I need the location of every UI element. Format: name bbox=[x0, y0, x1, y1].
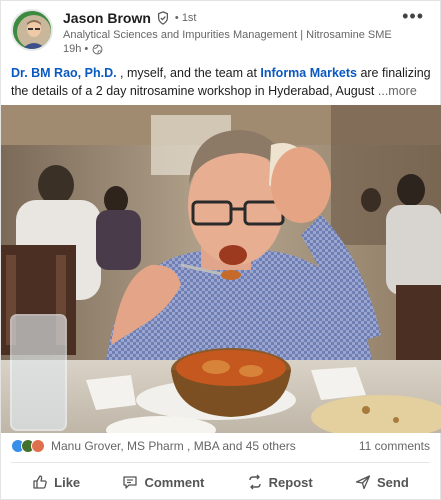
reactors-text[interactable]: Manu Grover, MS Pharm , MBA and 45 other… bbox=[51, 439, 296, 453]
connection-degree: • 1st bbox=[174, 12, 197, 24]
post-text: Dr. BM Rao, Ph.D. , myself, and the team… bbox=[11, 64, 436, 100]
action-bar: Like Comment Repost Send bbox=[11, 469, 430, 495]
comments-count[interactable]: 11 comments bbox=[359, 439, 430, 453]
reactions-summary[interactable]: Manu Grover, MS Pharm , MBA and 45 other… bbox=[11, 439, 296, 453]
like-button[interactable]: Like bbox=[24, 470, 88, 494]
mention-bm-rao[interactable]: Dr. BM Rao, Ph.D. bbox=[11, 66, 117, 80]
post-image[interactable] bbox=[1, 105, 441, 433]
send-button[interactable]: Send bbox=[347, 470, 417, 494]
author-name-row: Jason Brown • 1st bbox=[63, 10, 197, 26]
post-time: 19h • bbox=[63, 43, 89, 55]
comment-button[interactable]: Comment bbox=[114, 470, 212, 494]
author-headline: Analytical Sciences and Impurities Manag… bbox=[63, 29, 393, 41]
post-header: Jason Brown • 1st Analytical Sciences an… bbox=[11, 7, 430, 57]
author-name[interactable]: Jason Brown bbox=[63, 10, 151, 26]
divider bbox=[11, 462, 430, 463]
send-icon bbox=[355, 475, 371, 490]
love-reaction-icon bbox=[31, 439, 45, 453]
post-meta: 19h • bbox=[63, 43, 103, 55]
comment-label: Comment bbox=[144, 474, 205, 490]
restaurant-photo bbox=[1, 105, 441, 433]
avatar-photo bbox=[13, 11, 51, 49]
author-avatar[interactable] bbox=[11, 9, 53, 51]
like-icon bbox=[33, 475, 47, 489]
like-label: Like bbox=[54, 474, 81, 490]
repost-label: Repost bbox=[268, 474, 313, 490]
social-counts: Manu Grover, MS Pharm , MBA and 45 other… bbox=[11, 437, 430, 455]
globe-icon bbox=[92, 44, 103, 54]
post-text-segment: , myself, and the team at bbox=[116, 66, 261, 80]
reaction-icons bbox=[11, 439, 45, 453]
repost-button[interactable]: Repost bbox=[239, 470, 321, 494]
post-card: Jason Brown • 1st Analytical Sciences an… bbox=[0, 0, 441, 500]
repost-icon bbox=[248, 474, 261, 490]
comment-icon bbox=[123, 476, 138, 489]
more-options-icon[interactable]: ••• bbox=[402, 7, 424, 25]
verified-icon bbox=[157, 11, 168, 25]
send-label: Send bbox=[377, 474, 409, 490]
see-more-link[interactable]: ...more bbox=[378, 84, 417, 98]
mention-informa-markets[interactable]: Informa Markets bbox=[260, 66, 357, 80]
